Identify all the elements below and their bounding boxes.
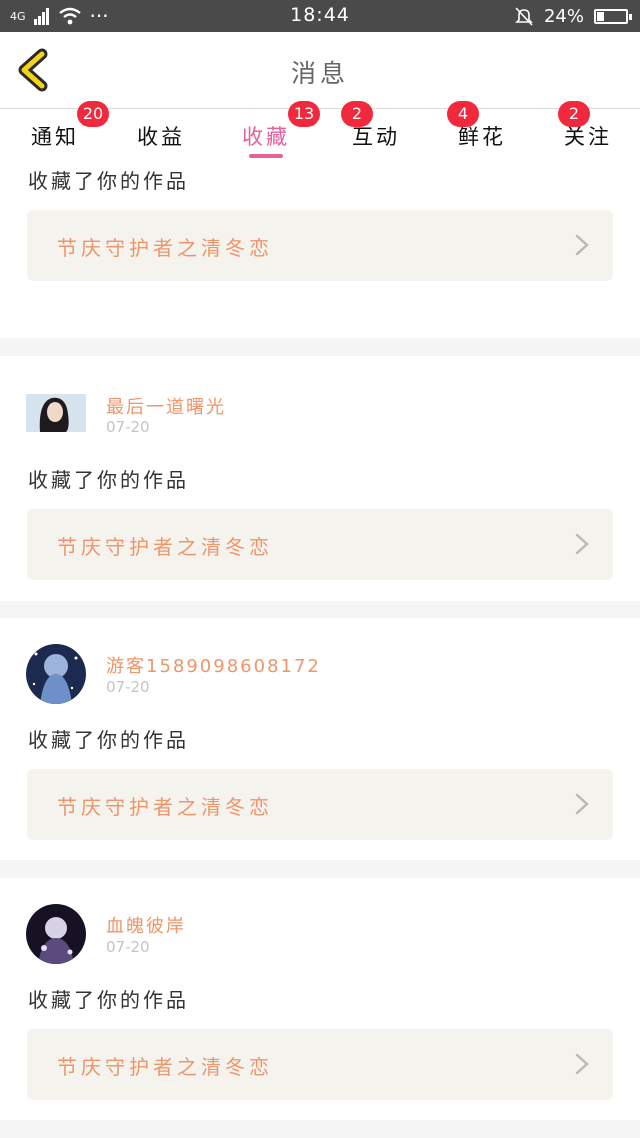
tab-follows[interactable]: 关注 2 [533,101,640,159]
work-link[interactable]: 节庆守护者之清冬恋 [27,509,613,580]
avatar[interactable] [26,644,86,704]
work-title: 节庆守护者之清冬恋 [57,1055,273,1079]
username[interactable]: 血魄彼岸 [106,912,186,938]
tab-notifications[interactable]: 通知 20 [0,101,110,159]
avatar-image [26,394,86,432]
message-text: 收藏了你的作品 [28,169,189,193]
battery-icon [594,8,632,24]
message-date: 07-20 [106,418,150,436]
avatar-image [26,904,86,964]
tab-interactions[interactable]: 互动 2 [321,101,431,159]
avatar[interactable] [26,904,86,964]
tab-label: 收益 [137,125,185,149]
message-text: 收藏了你的作品 [28,728,189,752]
tab-favorites[interactable]: 收藏 13 [211,101,321,159]
tab-underline [249,154,283,158]
message-card[interactable]: 07-20 收藏了你的作品 节庆守护者之清冬恋 [0,159,640,338]
message-card[interactable]: 游客1589098608172 07-20 收藏了你的作品 节庆守护者之清冬恋 [0,618,640,860]
message-text: 收藏了你的作品 [28,468,189,492]
header: 消息 [0,32,640,109]
work-title: 节庆守护者之清冬恋 [57,795,273,819]
message-text: 收藏了你的作品 [28,988,189,1012]
avatar-image [26,644,86,704]
work-title: 节庆守护者之清冬恋 [57,535,273,559]
work-link[interactable]: 节庆守护者之清冬恋 [27,1029,613,1100]
message-card[interactable]: 血魄彼岸 07-20 收藏了你的作品 节庆守护者之清冬恋 [0,878,640,1120]
message-date: 07-20 [106,678,150,696]
tab-bar: 通知 20 收益 收藏 13 互动 2 鲜花 4 关注 2 [0,101,640,159]
chevron-right-icon [575,533,589,555]
tab-label: 互动 [352,125,400,149]
work-title: 节庆守护者之清冬恋 [57,236,273,260]
message-list: 07-20 收藏了你的作品 节庆守护者之清冬恋 最后一道曙光 07-20 收藏了… [0,159,640,1138]
message-date: 07-20 [106,938,150,956]
chevron-right-icon [575,793,589,815]
tab-flowers[interactable]: 鲜花 4 [427,101,537,159]
tab-label: 鲜花 [458,125,506,149]
message-card[interactable]: 最后一道曙光 07-20 收藏了你的作品 节庆守护者之清冬恋 [0,356,640,601]
tab-label: 关注 [564,125,612,149]
tab-earnings[interactable]: 收益 [106,109,216,159]
tab-badge: 20 [77,101,109,127]
page-title: 消息 [290,59,349,88]
work-link[interactable]: 节庆守护者之清冬恋 [27,769,613,840]
chevron-right-icon [575,1053,589,1075]
tab-badge: 2 [558,101,590,127]
status-right: 24% [514,4,632,28]
tab-badge: 4 [447,101,479,127]
chevron-right-icon [575,234,589,256]
work-link[interactable]: 节庆守护者之清冬恋 [27,210,613,281]
tab-badge: 2 [341,101,373,127]
tab-badge: 13 [288,101,320,127]
avatar[interactable] [26,394,86,432]
username[interactable]: 最后一道曙光 [106,393,226,419]
bell-mute-icon [515,7,533,26]
battery-percent: 24% [543,5,584,27]
status-bar: 4G ··· 18:44 24% [0,0,640,32]
username[interactable]: 游客1589098608172 [106,652,321,678]
